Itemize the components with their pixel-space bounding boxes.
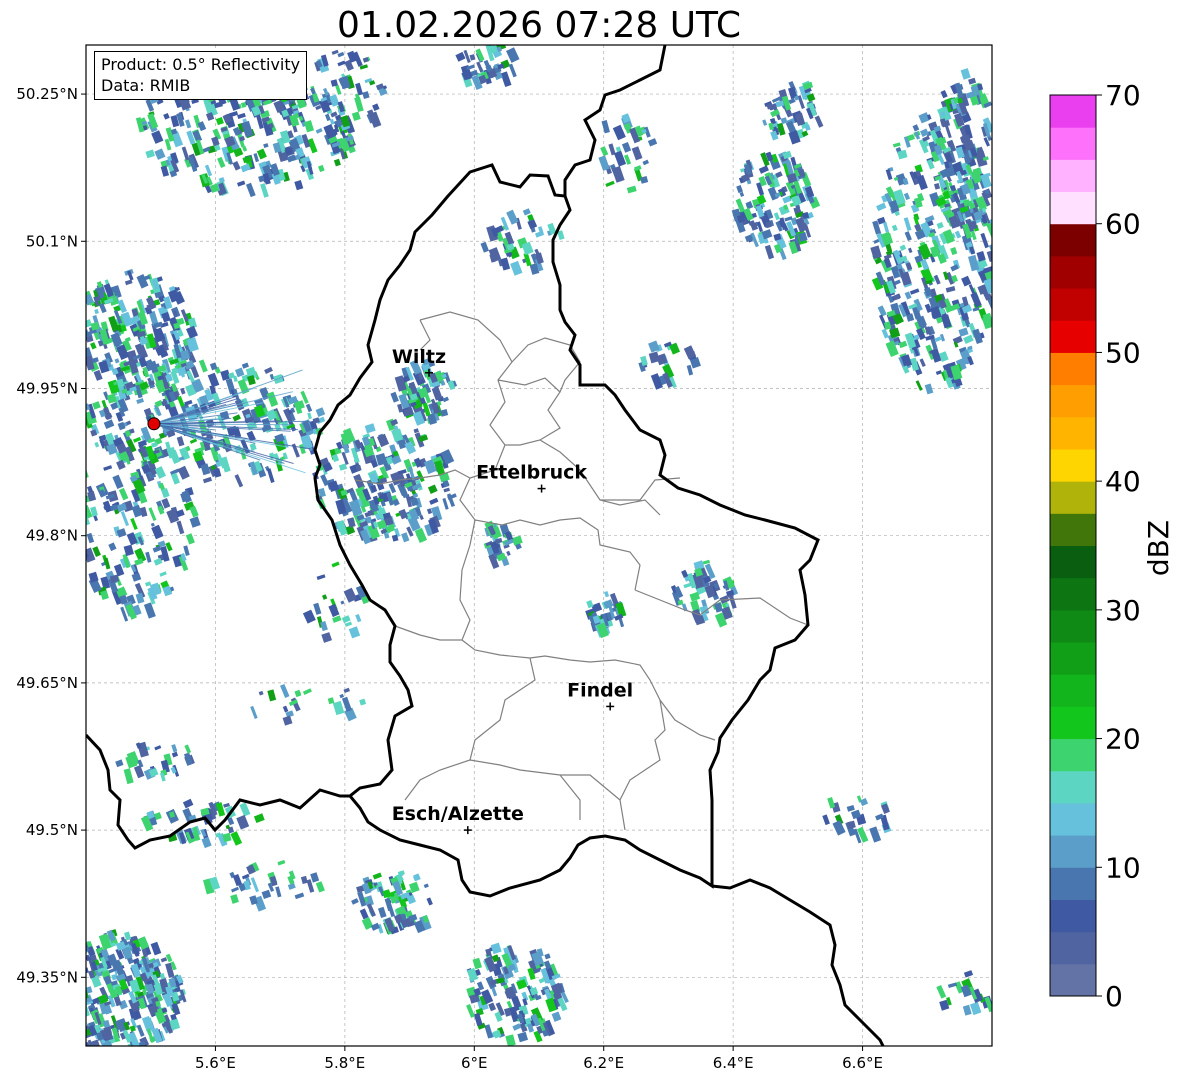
colorbar-segment <box>1050 609 1096 643</box>
colorbar-tick-label: 40 <box>1105 465 1141 498</box>
colorbar-segment <box>1050 738 1096 772</box>
colorbar-segment <box>1050 288 1096 321</box>
colorbar-segment <box>1050 416 1096 450</box>
colorbar-ticks: 0 10 20 30 40 50 60 70 <box>1096 79 1141 1013</box>
colorbar-segment <box>1050 255 1096 289</box>
colorbar-segment <box>1050 159 1096 193</box>
colorbar-tick-label: 70 <box>1105 79 1141 112</box>
colorbar-segment <box>1050 642 1096 675</box>
colorbar-tick-label: 10 <box>1105 851 1141 884</box>
colorbar-segment <box>1050 352 1096 386</box>
colorbar-tick-label: 50 <box>1105 336 1141 369</box>
colorbar-segment <box>1050 931 1096 965</box>
colorbar-segment <box>1050 384 1096 418</box>
colorbar-tick-label: 0 <box>1105 980 1123 1013</box>
colorbar-tick-label: 30 <box>1105 594 1141 627</box>
colorbar-segment <box>1050 802 1096 836</box>
colorbar-label: dBZ <box>1142 520 1175 576</box>
colorbar-tick-label: 60 <box>1105 208 1141 241</box>
colorbar-segment <box>1050 191 1096 225</box>
colorbar-segment <box>1050 770 1096 804</box>
colorbar-segment <box>1050 513 1096 546</box>
colorbar-segment <box>1050 127 1096 160</box>
colorbar-segment <box>1050 963 1096 997</box>
colorbar: 0 10 20 30 40 50 60 70 dBZ <box>1049 79 1175 1013</box>
colorbar-segment <box>1050 867 1096 900</box>
colorbar-segment <box>1050 448 1096 482</box>
colorbar-segment <box>1050 320 1096 353</box>
colorbar-segment <box>1050 95 1096 128</box>
colorbar-segment <box>1050 577 1096 611</box>
colorbar-segment <box>1050 674 1096 707</box>
colorbar-segment <box>1050 223 1096 257</box>
colorbar-segment <box>1050 835 1096 868</box>
colorbar-segment <box>1050 481 1096 514</box>
colorbar-tick-label: 20 <box>1105 723 1141 756</box>
colorbar-segment <box>1050 706 1096 740</box>
colorbar-segment <box>1050 545 1096 579</box>
colorbar-segments <box>1050 95 1096 997</box>
colorbar-segment <box>1050 899 1096 933</box>
